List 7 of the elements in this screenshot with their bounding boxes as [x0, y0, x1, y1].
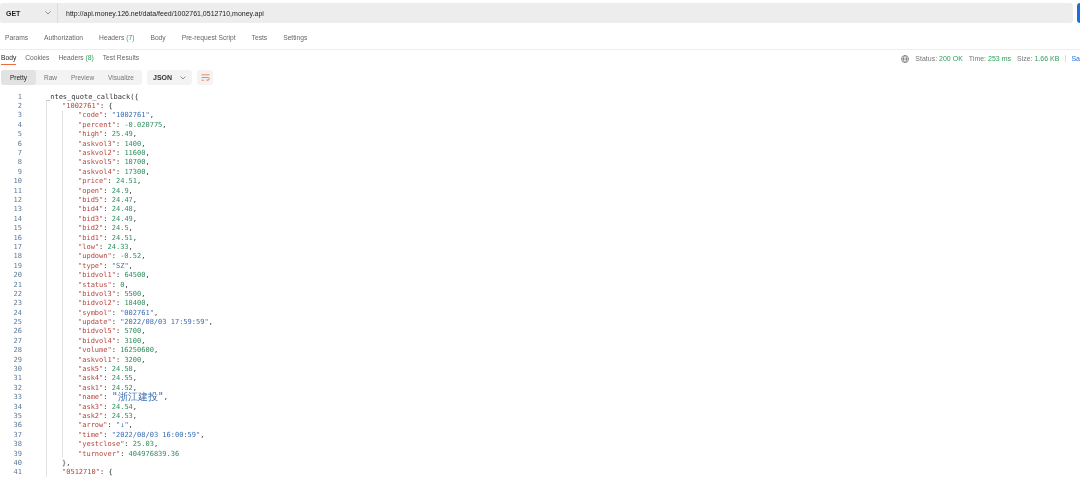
send-button[interactable]: [1077, 3, 1080, 23]
chevron-down-icon: [180, 75, 187, 80]
wrap-button[interactable]: [197, 70, 214, 85]
json-value: "浙江建投": [111, 392, 164, 403]
chevron-down-icon: [45, 11, 51, 15]
wrap-lines-icon: [200, 74, 210, 81]
globe-icon[interactable]: [901, 54, 910, 63]
